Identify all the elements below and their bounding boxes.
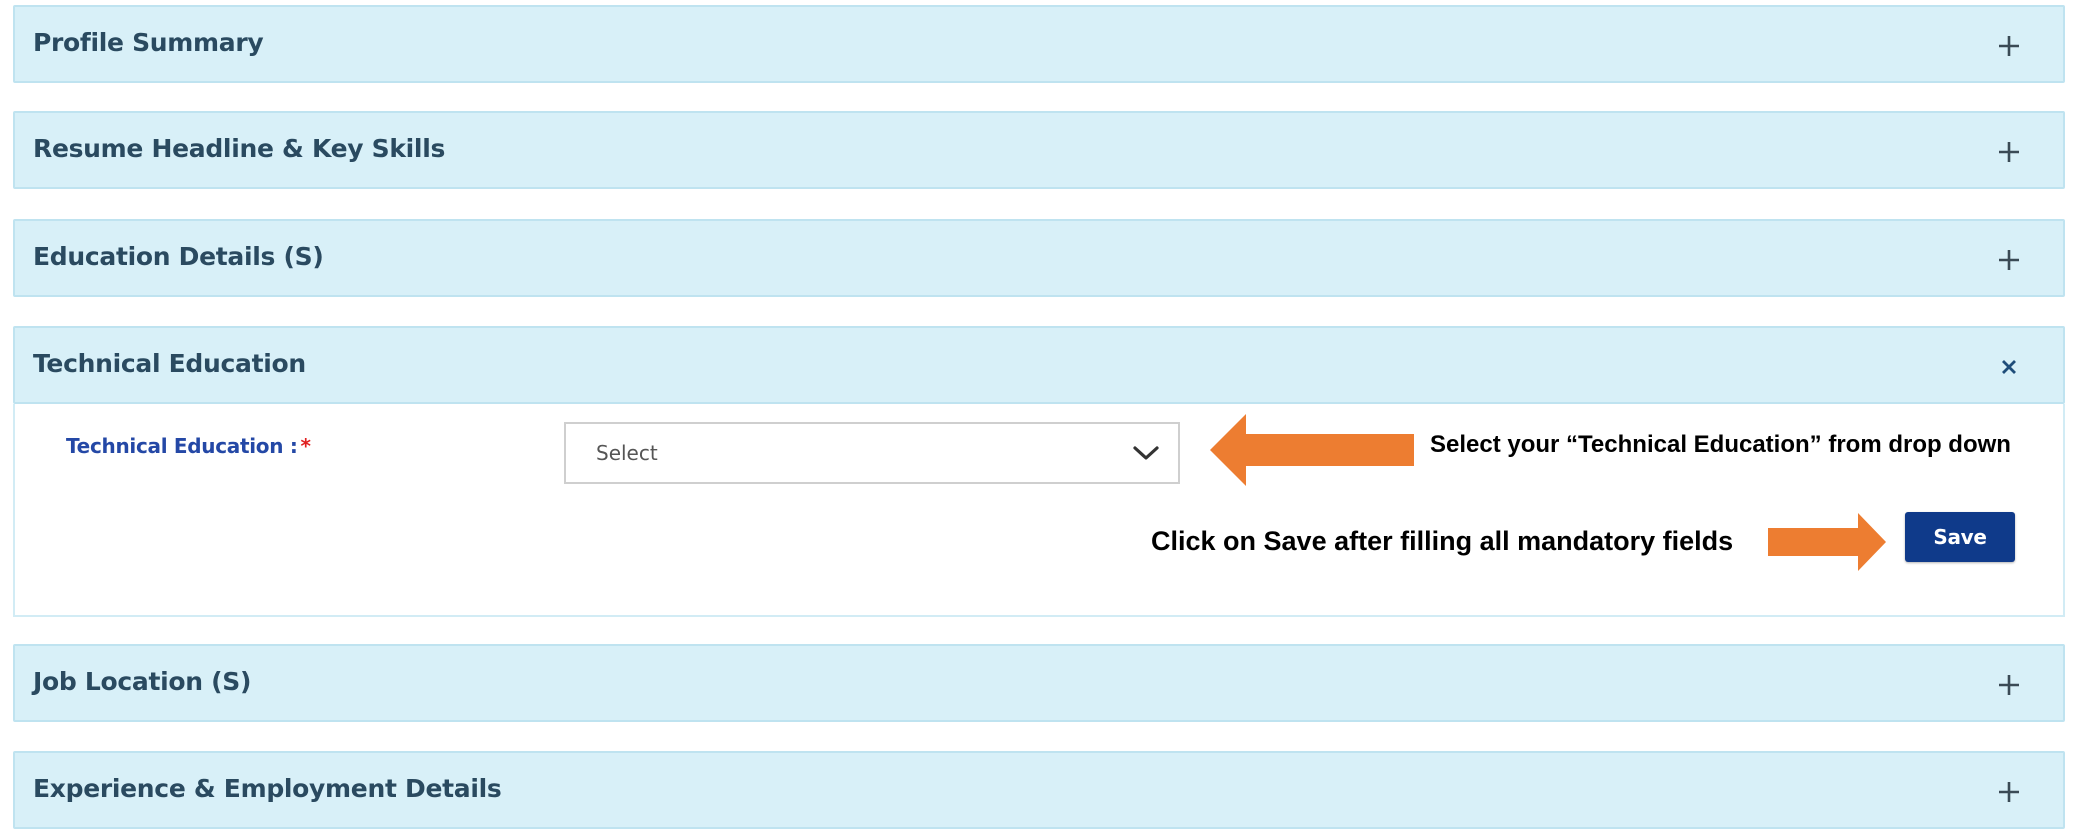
plus-icon[interactable] xyxy=(1993,244,2025,276)
panel-header-experience-employment[interactable]: Experience & Employment Details xyxy=(13,751,2065,829)
save-hint-callout: Click on Save after filling all mandator… xyxy=(1151,526,1734,556)
panel-header-profile-summary[interactable]: Profile Summary xyxy=(13,5,2065,83)
field-label-text: Technical Education : xyxy=(66,434,298,458)
panel-header-job-location[interactable]: Job Location (S) xyxy=(13,644,2065,722)
panel-title: Technical Education xyxy=(33,348,306,378)
chevron-down-icon xyxy=(1133,446,1159,460)
select-hint-callout: Select your “Technical Education” from d… xyxy=(1430,431,2011,458)
technical-education-select[interactable]: Select xyxy=(564,422,1180,484)
panel-header-resume-headline[interactable]: Resume Headline & Key Skills xyxy=(13,111,2065,189)
technical-education-label: Technical Education : * xyxy=(66,434,311,458)
save-button[interactable]: Save xyxy=(1905,512,2015,562)
plus-icon[interactable] xyxy=(1993,30,2025,62)
panel-header-education-details[interactable]: Education Details (S) xyxy=(13,219,2065,297)
plus-icon[interactable] xyxy=(1993,136,2025,168)
close-icon[interactable] xyxy=(1993,351,2025,383)
required-marker: * xyxy=(300,434,311,458)
panel-title: Profile Summary xyxy=(33,27,264,57)
left-arrow-annotation xyxy=(1210,414,1414,486)
panel-title: Experience & Employment Details xyxy=(33,773,502,803)
select-value: Select xyxy=(596,441,658,465)
panel-title: Resume Headline & Key Skills xyxy=(33,133,446,163)
right-arrow-annotation xyxy=(1768,513,1886,571)
plus-icon[interactable] xyxy=(1993,776,2025,808)
panel-title: Job Location (S) xyxy=(33,666,252,696)
panel-title: Education Details (S) xyxy=(33,241,324,271)
panel-header-technical-education[interactable]: Technical Education xyxy=(13,326,2065,404)
plus-icon[interactable] xyxy=(1993,669,2025,701)
